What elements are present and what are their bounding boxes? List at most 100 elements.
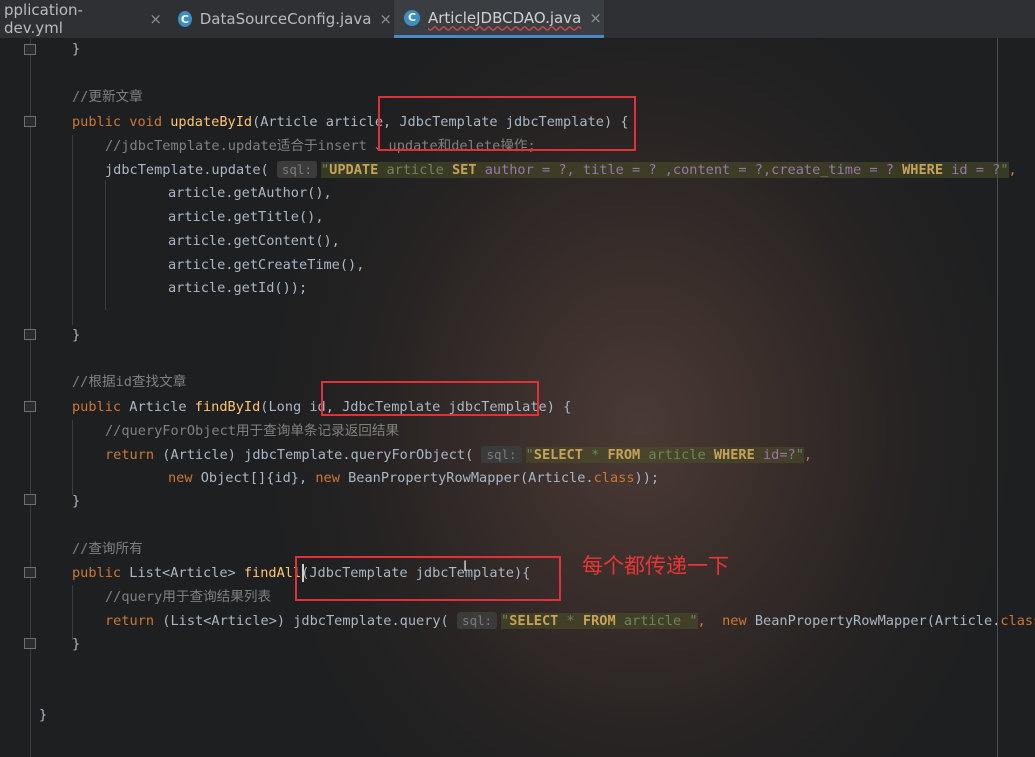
tab-label: DataSourceConfig.java [199, 10, 372, 28]
type: List<Article> [129, 565, 244, 581]
arg-line: article.getAuthor(), [168, 185, 332, 201]
tab-application-dev-yml[interactable]: pplication-dev.yml × [0, 0, 162, 38]
quote: " [320, 162, 330, 178]
comment-query-for-object: //queryForObject用于查询单条记录返回结果 [105, 423, 400, 439]
comment-update-article: //更新文章 [72, 89, 143, 105]
keyword: return [105, 613, 163, 629]
find-args-line: new Object[]{id}, new BeanPropertyRowMap… [168, 468, 659, 488]
comma: , [803, 447, 813, 463]
indent-guide [72, 420, 73, 495]
method-name: findById [194, 399, 261, 415]
editor-tab-bar: pplication-dev.yml × C DataSourceConfig.… [0, 0, 1035, 39]
sql-text: * [558, 613, 583, 629]
close-icon[interactable]: × [149, 10, 162, 28]
call: jdbcTemplate.update( [105, 162, 277, 178]
fold-marker-icon[interactable] [24, 329, 36, 340]
indent-guide [72, 135, 73, 325]
tab-articlejdbcdao-java[interactable]: C ArticleJDBCDAO.java × [394, 0, 604, 38]
sql-keyword: WHERE [713, 447, 755, 463]
param-hint: sql: [276, 161, 317, 178]
fold-marker-icon[interactable] [24, 567, 36, 578]
class-c-icon: C [404, 9, 420, 26]
sql-text: article [640, 447, 714, 463]
class-c-icon: C [178, 11, 192, 27]
keyword: new [315, 470, 349, 486]
keyword: new [722, 613, 755, 629]
arg: Object[]{id}, [200, 470, 316, 486]
keyword: class [593, 470, 635, 486]
sql-keyword: SELECT [509, 613, 559, 629]
call: (Article) jdbcTemplate.queryForObject( [162, 447, 482, 463]
param-hint: sql: [481, 446, 522, 463]
sql-string: "SELECT * FROM article WHERE id=?" [525, 447, 804, 463]
sql-keyword: FROM [582, 613, 616, 629]
brace: } [72, 327, 81, 343]
sql-keyword: FROM [607, 447, 641, 463]
editor-window: pplication-dev.yml × C DataSourceConfig.… [0, 0, 1035, 757]
sql-keyword: UPDATE [329, 162, 379, 178]
gutter [30, 38, 31, 757]
quote: " [795, 447, 804, 463]
sql-text: author = ?, title = ? ,content = ?,creat… [476, 162, 903, 178]
indent-guide [105, 180, 106, 310]
comma: , [1008, 162, 1017, 178]
tab-label: pplication-dev.yml [4, 1, 83, 37]
quote: " [689, 613, 698, 629]
arg-line: article.getId()); [168, 280, 308, 296]
fold-marker-icon[interactable] [24, 44, 36, 55]
highlight-box-findbyid-param [321, 381, 539, 416]
sql-text: article [615, 613, 690, 629]
text-caret [302, 564, 304, 582]
arg: BeanPropertyRowMapper(Article. [348, 470, 594, 486]
update-call-line: jdbcTemplate.update( sql: "UPDATE article… [105, 160, 1017, 180]
arg-line: article.getTitle(), [168, 209, 324, 225]
sql-string: "SELECT * FROM article " [501, 613, 698, 629]
fold-marker-icon[interactable] [24, 638, 36, 649]
comment-find-all: //查询所有 [72, 541, 143, 557]
comment-query-list: //query用于查询结果列表 [105, 589, 272, 605]
right-margin-guide [997, 38, 998, 757]
quote: " [501, 613, 510, 629]
find-call-line: return (Article) jdbcTemplate.queryForOb… [105, 445, 812, 465]
tab-datasourceconfig-java[interactable]: C DataSourceConfig.java × [170, 0, 392, 38]
call: (List<Article>) jdbcTemplate.query( [162, 613, 457, 629]
sql-text: id = ? [943, 162, 1001, 178]
sql-text: id=? [754, 447, 796, 463]
arg-line: article.getContent(), [168, 233, 340, 249]
sql-keyword: SET [451, 162, 477, 178]
highlight-box-updatebyid-param [378, 96, 636, 151]
sql-keyword: WHERE [902, 162, 944, 178]
quote: " [1000, 162, 1009, 178]
comma: , [697, 613, 723, 629]
fold-marker-icon[interactable] [24, 401, 36, 412]
comment-find-by-id: //根据id查找文章 [72, 374, 187, 390]
sql-keyword: SELECT [533, 447, 583, 463]
fold-marker-icon[interactable] [24, 494, 36, 505]
annotation-note: 每个都传递一下 [582, 554, 729, 578]
code-line: } [72, 39, 80, 59]
tab-label: ArticleJDBCDAO.java [428, 8, 582, 27]
keyword: return [105, 447, 163, 463]
keyword: public [72, 565, 130, 581]
method-name: updateById [170, 114, 253, 130]
brace: } [72, 41, 81, 57]
arg: )); [634, 470, 660, 486]
findall-call-line: return (List<Article>) jdbcTemplate.quer… [105, 611, 1035, 631]
brace: } [72, 636, 81, 652]
sql-text: article [378, 162, 452, 178]
quote: " [525, 447, 534, 463]
keyword: class [1000, 613, 1035, 629]
arg-line: article.getCreateTime(), [168, 257, 365, 273]
arg: BeanPropertyRowMapper(Article. [754, 613, 1001, 629]
fold-marker-icon[interactable] [24, 116, 36, 127]
text-cursor-icon: I [463, 559, 468, 575]
keyword: public [72, 399, 130, 415]
type: Article [129, 399, 195, 415]
close-icon[interactable]: × [379, 10, 392, 28]
method-name: findAll [243, 565, 302, 581]
keyword: new [168, 470, 201, 486]
indent-guide [72, 585, 73, 640]
close-icon[interactable]: × [589, 9, 602, 27]
highlight-box-findall-param [295, 556, 561, 601]
keyword: public void [72, 114, 171, 130]
